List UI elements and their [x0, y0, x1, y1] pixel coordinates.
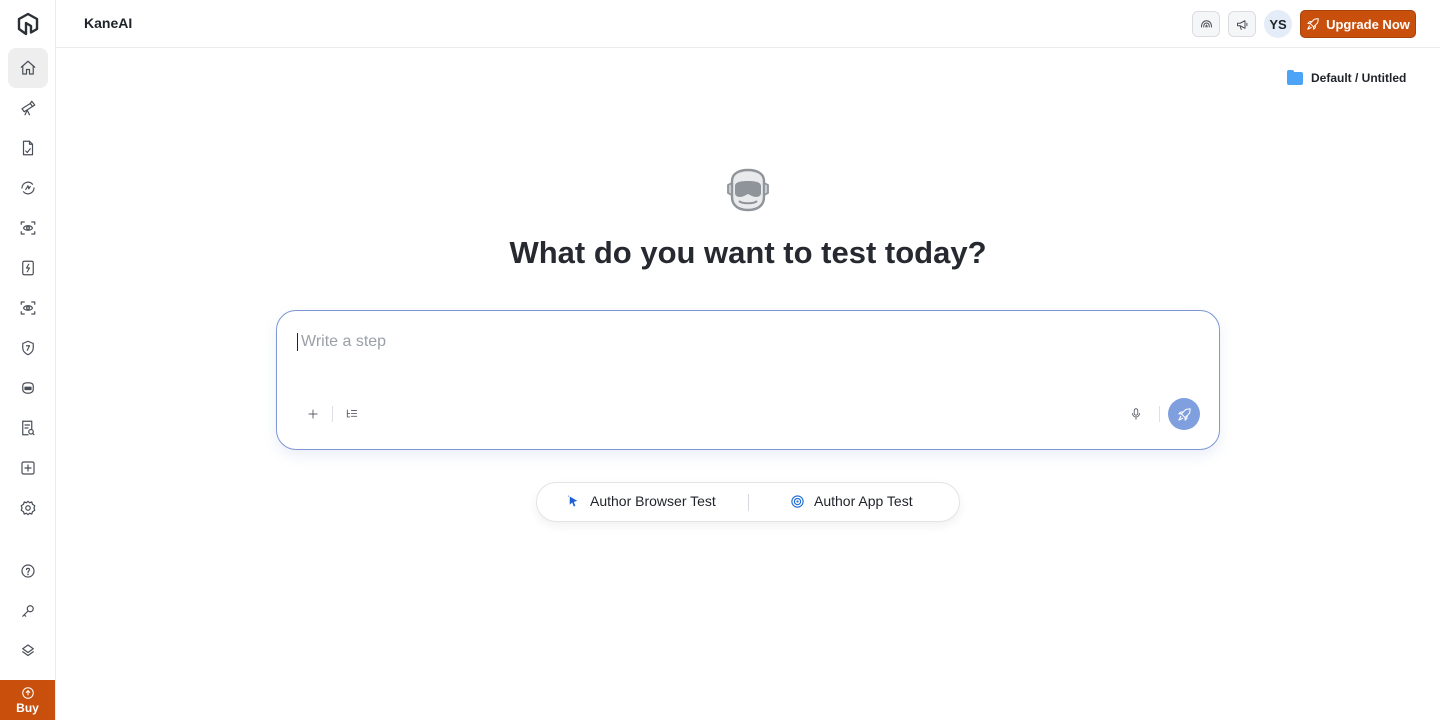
sidebar-item-access-key[interactable]: [8, 591, 48, 631]
sidebar-item-home[interactable]: [8, 48, 48, 88]
document-icon: [22, 140, 34, 156]
prompt-box: [276, 310, 1220, 450]
list-indent-icon: [346, 409, 358, 418]
project-breadcrumb[interactable]: Default / Untitled: [1287, 69, 1407, 85]
layers-icon: [22, 644, 34, 657]
author-browser-test-label: Author Browser Test: [590, 493, 716, 509]
sidebar-item-reports[interactable]: [8, 408, 48, 448]
sidebar-item-help[interactable]: [8, 551, 48, 591]
rocket-icon: [1177, 407, 1191, 421]
mode-divider: [748, 494, 749, 511]
kane-robot-icon: [727, 168, 769, 212]
buy-label: Buy: [16, 700, 39, 715]
sidebar-item-test-manager[interactable]: [8, 128, 48, 168]
sidebar-item-settings[interactable]: [8, 488, 48, 528]
sidebar-item-kane-ai[interactable]: [8, 368, 48, 408]
rocket-icon: [1307, 18, 1319, 30]
app-title: KaneAI: [84, 15, 133, 31]
key-icon: [22, 605, 34, 617]
lambdatest-logo-icon[interactable]: [16, 12, 40, 36]
toolbar-divider: [332, 406, 333, 422]
folder-icon: [1287, 69, 1303, 85]
sidebar-item-visual-testing[interactable]: [8, 208, 48, 248]
sidebar-item-real-device[interactable]: [8, 248, 48, 288]
wifi-status-button[interactable]: [1192, 11, 1220, 37]
upgrade-now-label: Upgrade Now: [1326, 16, 1410, 32]
sidebar-item-security[interactable]: [8, 328, 48, 368]
plus-square-icon: [21, 461, 35, 475]
loop-icon: [21, 181, 35, 195]
toolbar-divider: [1159, 406, 1160, 422]
bolt-icon: [22, 260, 34, 276]
megaphone-icon: [1236, 19, 1247, 30]
sidebar-item-add[interactable]: [8, 448, 48, 488]
send-button[interactable]: [1168, 398, 1200, 430]
sidebar-item-hyperexecute[interactable]: [8, 168, 48, 208]
plus-icon: [308, 409, 318, 419]
home-icon: [20, 60, 36, 75]
cursor-sparkle-icon: [567, 494, 578, 506]
sidebar-item-automation[interactable]: [8, 88, 48, 128]
eye-scan-icon: [20, 301, 36, 315]
shield-icon: [22, 340, 34, 356]
eye-scan-icon: [20, 221, 36, 235]
breadcrumb-label: Default / Untitled: [1311, 71, 1407, 85]
report-icon: [22, 420, 35, 436]
user-avatar[interactable]: YS: [1264, 10, 1292, 38]
voice-input-button[interactable]: [1125, 403, 1147, 425]
sidebar-item-smart-ui[interactable]: [8, 288, 48, 328]
author-browser-test-button[interactable]: Author Browser Test: [566, 493, 716, 509]
help-icon: [21, 564, 35, 578]
upgrade-now-button[interactable]: Upgrade Now: [1300, 10, 1416, 38]
author-app-test-label: Author App Test: [814, 493, 913, 509]
sidebar: Buy: [0, 0, 56, 720]
arrow-up-circle-icon: [21, 686, 34, 699]
gear-icon: [20, 500, 36, 516]
add-attachment-button[interactable]: [302, 403, 324, 425]
sidebar-item-integrations[interactable]: [8, 631, 48, 671]
top-header: KaneAI YS Upgrade Now: [56, 0, 1440, 48]
robot-icon: [22, 382, 34, 394]
author-app-test-button[interactable]: Author App Test: [790, 493, 913, 509]
buy-button[interactable]: Buy: [0, 680, 55, 720]
step-list-button[interactable]: [341, 403, 363, 425]
step-input[interactable]: [297, 333, 1177, 351]
telescope-icon: [21, 100, 36, 116]
announcements-button[interactable]: [1228, 11, 1256, 37]
signal-icon: [1200, 19, 1212, 27]
hero-title: What do you want to test today?: [509, 235, 987, 270]
microphone-icon: [1132, 408, 1140, 420]
authoring-mode-selector: Author Browser Test Author App Test: [536, 482, 960, 522]
target-icon: [791, 494, 804, 508]
